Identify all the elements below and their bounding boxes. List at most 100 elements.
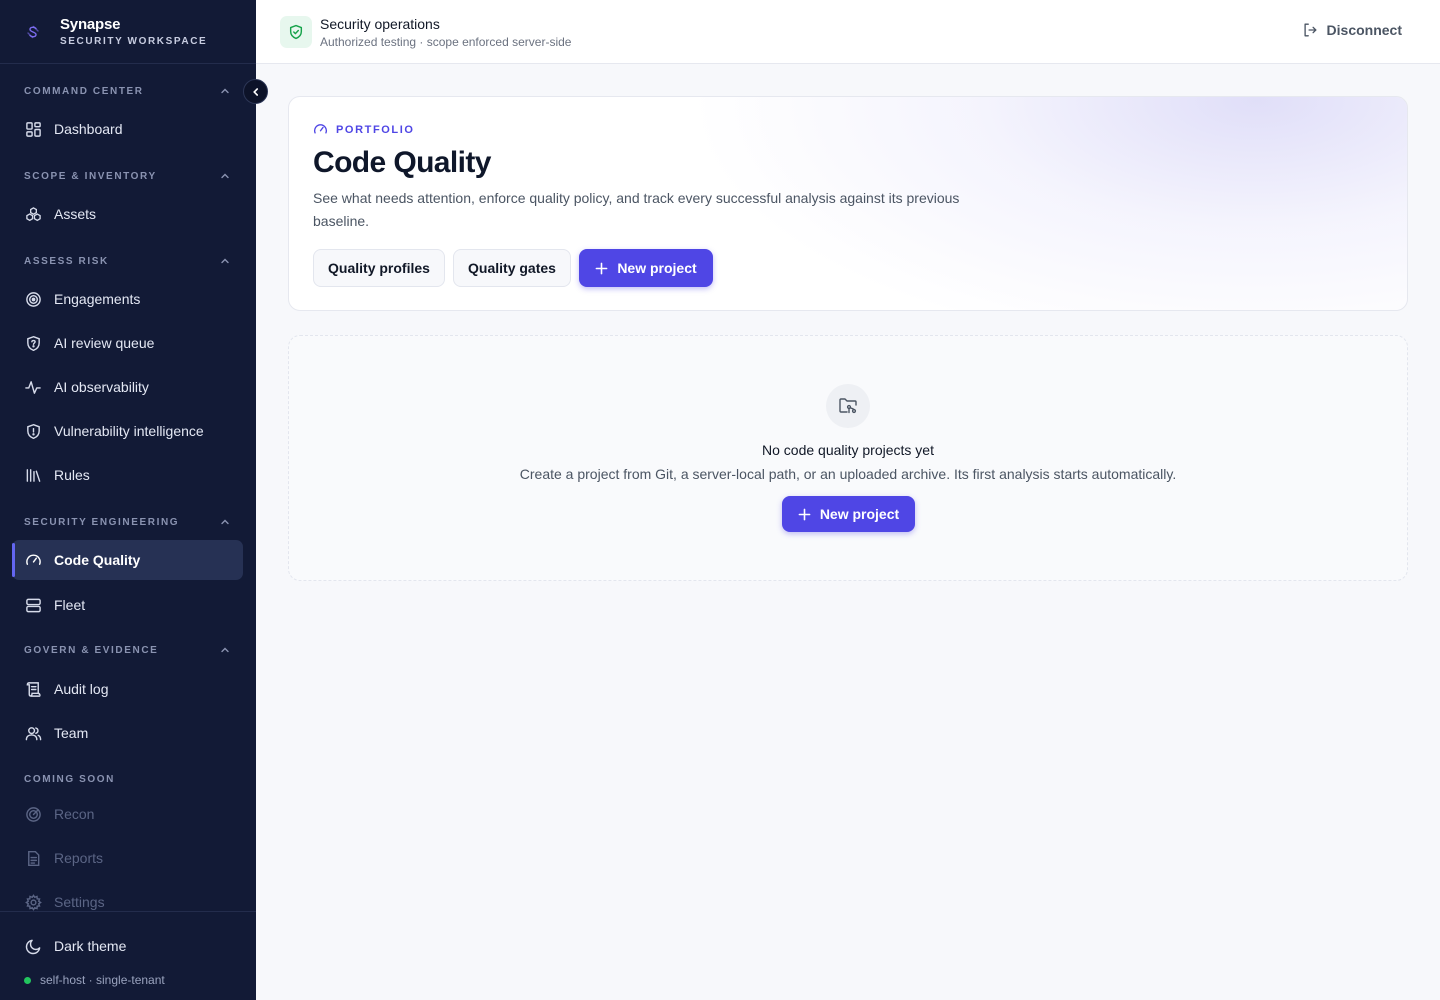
empty-state-new-project-button[interactable]: New project	[782, 496, 915, 532]
brand-subtitle: SECURITY WORKSPACE	[60, 36, 208, 47]
sidebar-item-fleet[interactable]: Fleet	[12, 585, 243, 625]
section-scope-inventory: SCOPE & INVENTORY	[0, 165, 256, 187]
button-label: New project	[617, 260, 697, 276]
eyebrow-label: PORTFOLIO	[336, 123, 415, 136]
sidebar-item-label: Code Quality	[54, 552, 141, 568]
sidebar-item-label: Audit log	[54, 681, 109, 697]
section-title: SECURITY ENGINEERING	[24, 516, 180, 528]
sidebar-item-label: Settings	[54, 894, 105, 910]
sidebar-item-label: Fleet	[54, 597, 86, 613]
section-toggle-govern-evidence[interactable]: GOVERN & EVIDENCE	[0, 639, 256, 661]
topbar-title: Security operations	[320, 16, 440, 32]
sidebar-item-rules[interactable]: Rules	[12, 455, 243, 495]
chevron-up-icon	[221, 173, 229, 179]
section-title: COMING SOON	[24, 773, 115, 785]
brand-name: Synapse	[60, 16, 121, 33]
synapse-logo-icon	[24, 23, 42, 41]
brand-header: Synapse SECURITY WORKSPACE	[0, 0, 256, 64]
sidebar-item-label: Reports	[54, 850, 104, 866]
gauge-icon	[313, 122, 328, 137]
theme-toggle-label: Dark theme	[54, 938, 127, 954]
shield-question-icon	[24, 334, 42, 352]
empty-state-description: Create a project from Git, a server-loca…	[519, 466, 1177, 482]
empty-state-title: No code quality projects yet	[762, 442, 934, 458]
host-status: self-host · single-tenant	[24, 973, 165, 987]
sidebar-item-label: Team	[54, 725, 89, 741]
users-icon	[24, 724, 42, 742]
sidebar-item-recon: Recon	[12, 794, 243, 834]
sidebar-item-assets[interactable]: Assets	[12, 194, 243, 234]
chevron-up-icon	[221, 258, 229, 264]
section-security-engineering: SECURITY ENGINEERING	[0, 511, 256, 533]
button-label: Quality gates	[468, 260, 556, 276]
sidebar-item-engagements[interactable]: Engagements	[12, 279, 243, 319]
sidebar-item-reports: Reports	[12, 838, 243, 878]
section-govern-evidence: GOVERN & EVIDENCE	[0, 639, 256, 661]
sidebar-item-label: Dashboard	[54, 121, 123, 137]
sidebar-item-label: Assets	[54, 206, 97, 222]
status-dot	[24, 976, 31, 984]
sidebar-item-label: Recon	[54, 806, 95, 822]
quality-profiles-button[interactable]: Quality profiles	[313, 249, 445, 287]
section-toggle-assess-risk[interactable]: ASSESS RISK	[0, 250, 256, 272]
section-heading-coming-soon: COMING SOON	[0, 768, 256, 790]
library-icon	[24, 466, 42, 484]
eyebrow: PORTFOLIO	[313, 122, 415, 137]
theme-toggle[interactable]: Dark theme	[12, 926, 243, 966]
section-command-center: COMMAND CENTER	[0, 80, 256, 102]
chevron-up-icon	[221, 519, 229, 525]
shield-check-icon	[280, 16, 312, 48]
disconnect-label: Disconnect	[1326, 22, 1402, 38]
button-label: New project	[819, 506, 900, 522]
section-toggle-security-engineering[interactable]: SECURITY ENGINEERING	[0, 511, 256, 533]
topbar: Security operations Authorized testing ·…	[256, 0, 1440, 64]
section-title: COMMAND CENTER	[24, 85, 144, 97]
sidebar-item-ai-observability[interactable]: AI observability	[12, 367, 243, 407]
sidebar-item-vulnerability-intelligence[interactable]: Vulnerability intelligence	[12, 411, 243, 451]
collapse-sidebar-button[interactable]	[243, 79, 268, 104]
sidebar-item-label: AI observability	[54, 379, 149, 395]
scroll-icon	[24, 680, 42, 698]
disconnect-button[interactable]: Disconnect	[1302, 22, 1402, 38]
sidebar-item-ai-review-queue[interactable]: AI review queue	[12, 323, 243, 363]
plus-icon	[595, 262, 608, 275]
folder-git-icon	[826, 384, 870, 428]
file-text-icon	[24, 849, 42, 867]
sidebar-item-dashboard[interactable]: Dashboard	[12, 109, 243, 149]
section-title: GOVERN & EVIDENCE	[24, 644, 159, 656]
gauge-icon	[24, 551, 42, 569]
section-toggle-scope-inventory[interactable]: SCOPE & INVENTORY	[0, 165, 256, 187]
sidebar-item-team[interactable]: Team	[12, 713, 243, 753]
chevron-up-icon	[221, 647, 229, 653]
sidebar-item-label: Rules	[54, 467, 90, 483]
sidebar-item-code-quality[interactable]: Code Quality	[12, 540, 243, 580]
section-toggle-command-center[interactable]: COMMAND CENTER	[0, 80, 256, 102]
plus-icon	[798, 508, 811, 521]
topbar-subtitle: Authorized testing · scope enforced serv…	[320, 35, 572, 49]
radar-icon	[24, 805, 42, 823]
assets-icon	[24, 205, 42, 223]
new-project-button[interactable]: New project	[579, 249, 713, 287]
page-title: Code Quality	[313, 146, 491, 179]
shield-alert-icon	[24, 422, 42, 440]
sidebar-item-label: Vulnerability intelligence	[54, 423, 204, 439]
activity-icon	[24, 378, 42, 396]
moon-icon	[24, 937, 42, 955]
sidebar-item-label: Engagements	[54, 291, 141, 307]
sidebar-item-label: AI review queue	[54, 335, 155, 351]
button-label: Quality profiles	[328, 260, 430, 276]
quality-gates-button[interactable]: Quality gates	[453, 249, 571, 287]
chevron-up-icon	[221, 88, 229, 94]
section-title: ASSESS RISK	[24, 255, 109, 267]
sidebar-footer: Dark theme self-host · single-tenant	[0, 911, 256, 1000]
chevron-left-icon	[252, 87, 258, 96]
gear-icon	[24, 893, 42, 911]
sidebar: Synapse SECURITY WORKSPACE COMMAND CENTE…	[0, 0, 268, 1000]
portfolio-header-card: PORTFOLIO Code Quality See what needs at…	[288, 96, 1408, 311]
sidebar-item-audit-log[interactable]: Audit log	[12, 669, 243, 709]
log-out-icon	[1302, 22, 1318, 38]
section-title: SCOPE & INVENTORY	[24, 170, 157, 182]
target-icon	[24, 290, 42, 308]
section-coming-soon: COMING SOON	[0, 768, 256, 790]
empty-state: No code quality projects yet Create a pr…	[288, 335, 1408, 581]
